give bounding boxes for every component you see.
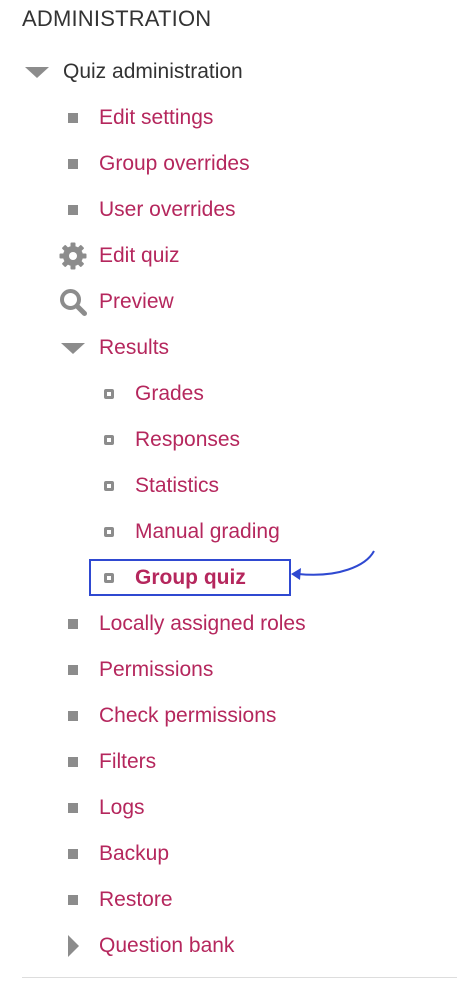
logs-link[interactable]: Logs [99,796,145,820]
locally-assigned-roles-link[interactable]: Locally assigned roles [99,612,306,636]
bullet-icon [58,839,88,869]
nav-item-manual-grading[interactable]: Manual grading [94,517,280,547]
statistics-link[interactable]: Statistics [135,474,219,498]
nav-item-locally-assigned-roles[interactable]: Locally assigned roles [58,609,306,639]
bullet-icon [58,195,88,225]
block-bottom-divider [22,977,457,978]
bullet-icon [58,793,88,823]
backup-link[interactable]: Backup [99,842,169,866]
nav-item-permissions[interactable]: Permissions [58,655,213,685]
nav-item-check-permissions[interactable]: Check permissions [58,701,276,731]
bullet-icon [58,149,88,179]
nav-item-logs[interactable]: Logs [58,793,145,823]
nav-item-backup[interactable]: Backup [58,839,169,869]
bullet-icon [58,103,88,133]
magnifier-icon [58,287,88,317]
quiz-administration-label: Quiz administration [63,60,243,83]
bullet-icon [94,425,124,455]
nav-item-user-overrides[interactable]: User overrides [58,195,236,225]
results-node[interactable]: Results [58,333,169,363]
highlight-rectangle [89,559,291,596]
edit-quiz-link[interactable]: Edit quiz [99,244,180,268]
bullet-icon [58,701,88,731]
nav-item-edit-settings[interactable]: Edit settings [58,103,213,133]
responses-link[interactable]: Responses [135,428,240,452]
grades-link[interactable]: Grades [135,382,204,406]
bullet-icon [58,609,88,639]
expanded-triangle-icon[interactable] [22,57,52,87]
nav-item-responses[interactable]: Responses [94,425,240,455]
bullet-icon [58,747,88,777]
question-bank-link[interactable]: Question bank [99,934,234,958]
block-title: ADMINISTRATION [22,6,212,31]
nav-item-edit-quiz[interactable]: Edit quiz [58,241,180,271]
nav-item-grades[interactable]: Grades [94,379,204,409]
bullet-icon [94,517,124,547]
nav-item-restore[interactable]: Restore [58,885,173,915]
collapsed-triangle-icon[interactable] [58,931,88,961]
bullet-icon [58,885,88,915]
expanded-triangle-icon[interactable] [58,333,88,363]
preview-link[interactable]: Preview [99,290,174,314]
nav-item-preview[interactable]: Preview [58,287,174,317]
group-overrides-link[interactable]: Group overrides [99,152,250,176]
annotation-arrow-icon [291,550,375,580]
bullet-icon [94,471,124,501]
permissions-link[interactable]: Permissions [99,658,213,682]
check-permissions-link[interactable]: Check permissions [99,704,276,728]
bullet-icon [58,655,88,685]
edit-settings-link[interactable]: Edit settings [99,106,213,130]
bullet-icon [94,379,124,409]
user-overrides-link[interactable]: User overrides [99,198,236,222]
gear-icon [58,241,88,271]
filters-link[interactable]: Filters [99,750,156,774]
quiz-administration-node[interactable]: Quiz administration [22,57,243,87]
nav-item-statistics[interactable]: Statistics [94,471,219,501]
results-link[interactable]: Results [99,336,169,360]
restore-link[interactable]: Restore [99,888,173,912]
manual-grading-link[interactable]: Manual grading [135,520,280,544]
nav-item-group-overrides[interactable]: Group overrides [58,149,250,179]
nav-item-filters[interactable]: Filters [58,747,156,777]
question-bank-node[interactable]: Question bank [58,931,234,961]
